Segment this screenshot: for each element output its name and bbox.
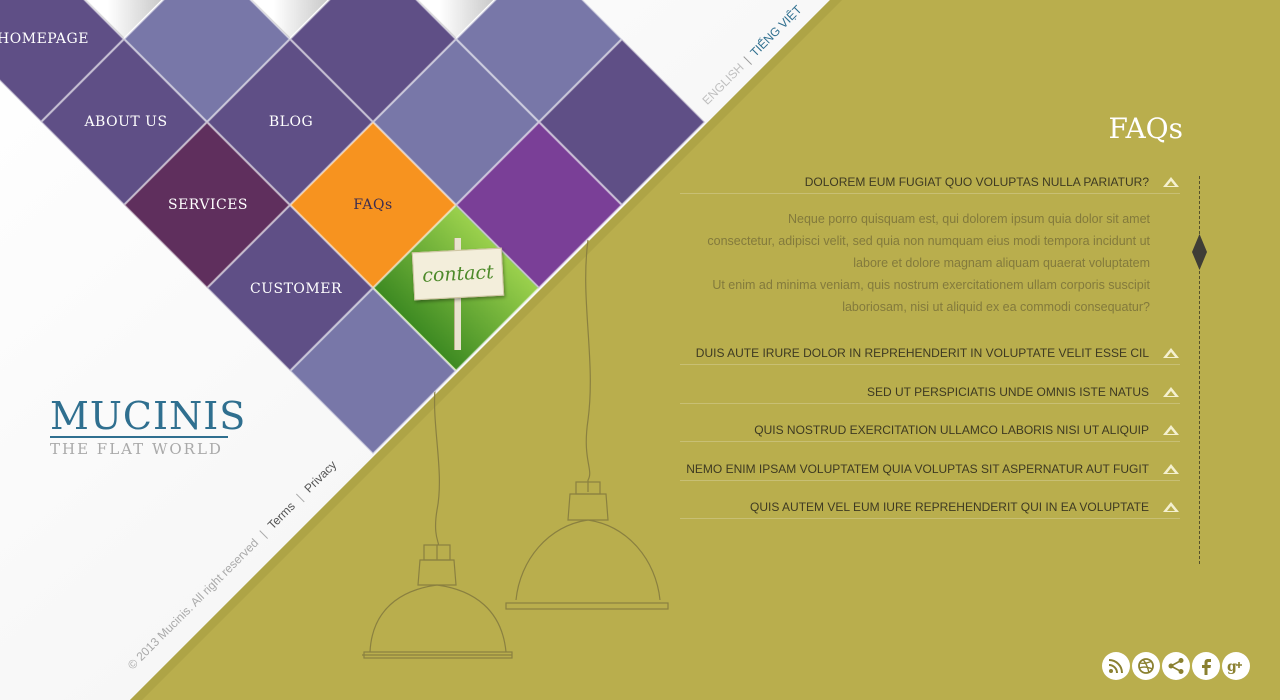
collapse-arrow-icon[interactable] bbox=[1162, 176, 1180, 188]
faq-item[interactable]: QUIS AUTEM VEL EUM IURE REPREHENDERIT QU… bbox=[680, 496, 1180, 519]
answer-line: Ut enim ad minima veniam, quis nostrum e… bbox=[712, 278, 1150, 292]
answer-line: laboriosam, nisi ut aliquid ex ea commod… bbox=[842, 300, 1150, 314]
footer-separator: | bbox=[256, 527, 270, 541]
faq-item[interactable]: SED UT PERSPICIATIS UNDE OMNIS ISTE NATU… bbox=[680, 381, 1180, 404]
share-icon[interactable] bbox=[1162, 652, 1190, 680]
nav-customer[interactable]: CUSTOMER bbox=[250, 281, 342, 297]
lang-separator: | bbox=[740, 53, 754, 67]
answer-line: consectetur, adipisci velit, sed quia no… bbox=[707, 234, 1150, 248]
nav-homepage[interactable]: HOMEPAGE bbox=[0, 31, 89, 47]
facebook-icon[interactable] bbox=[1192, 652, 1220, 680]
faq-answer: Neque porro quisquam est, qui dolorem ip… bbox=[680, 208, 1150, 318]
faq-question[interactable]: QUIS NOSTRUD EXERCITATION ULLAMCO LABORI… bbox=[754, 423, 1149, 437]
expand-arrow-icon[interactable] bbox=[1162, 347, 1180, 359]
faq-question[interactable]: NEMO ENIM IPSAM VOLUPTATEM QUIA VOLUPTAS… bbox=[686, 462, 1149, 476]
nav-blog[interactable]: BLOG bbox=[269, 114, 313, 130]
rss-icon[interactable] bbox=[1102, 652, 1130, 680]
page-title: FAQs bbox=[1108, 112, 1183, 145]
answer-line: Neque porro quisquam est, qui dolorem ip… bbox=[788, 212, 1150, 226]
faq-item[interactable]: QUIS NOSTRUD EXERCITATION ULLAMCO LABORI… bbox=[680, 419, 1180, 442]
expand-arrow-icon[interactable] bbox=[1162, 501, 1180, 513]
nav-services[interactable]: SERVICES bbox=[168, 197, 248, 213]
faq-item[interactable]: DUIS AUTE IRURE DOLOR IN REPREHENDERIT I… bbox=[680, 342, 1180, 365]
footer-separator: | bbox=[293, 491, 306, 504]
logo-tagline: THE FLAT WORLD bbox=[50, 436, 228, 458]
answer-line: labore et dolore magnam aliquam quaerat … bbox=[853, 256, 1150, 270]
logo[interactable]: MUCINIS THE FLAT WORLD bbox=[50, 396, 246, 458]
faq-question[interactable]: QUIS AUTEM VEL EUM IURE REPREHENDERIT QU… bbox=[750, 500, 1149, 514]
contact-sign-label: contact bbox=[421, 261, 495, 287]
nav-about[interactable]: ABOUT US bbox=[84, 114, 167, 130]
expand-arrow-icon[interactable] bbox=[1162, 424, 1180, 436]
nav-faqs[interactable]: FAQs bbox=[353, 197, 392, 213]
scrollbar-thumb[interactable] bbox=[1192, 234, 1207, 270]
faq-question[interactable]: DUIS AUTE IRURE DOLOR IN REPREHENDERIT I… bbox=[696, 346, 1149, 360]
expand-arrow-icon[interactable] bbox=[1162, 386, 1180, 398]
faq-item[interactable]: DOLOREM EUM FUGIAT QUO VOLUPTAS NULLA PA… bbox=[680, 170, 1180, 194]
expand-arrow-icon[interactable] bbox=[1162, 463, 1180, 475]
faq-item[interactable]: NEMO ENIM IPSAM VOLUPTATEM QUIA VOLUPTAS… bbox=[680, 458, 1180, 481]
faq-question[interactable]: DOLOREM EUM FUGIAT QUO VOLUPTAS NULLA PA… bbox=[805, 175, 1149, 189]
logo-name: MUCINIS bbox=[50, 394, 247, 438]
dribbble-icon[interactable] bbox=[1132, 652, 1160, 680]
google-plus-icon[interactable]: g bbox=[1222, 652, 1250, 680]
faq-question[interactable]: SED UT PERSPICIATIS UNDE OMNIS ISTE NATU… bbox=[867, 385, 1149, 399]
contact-sign[interactable]: contact bbox=[411, 247, 505, 301]
svg-text:g: g bbox=[1227, 659, 1237, 675]
